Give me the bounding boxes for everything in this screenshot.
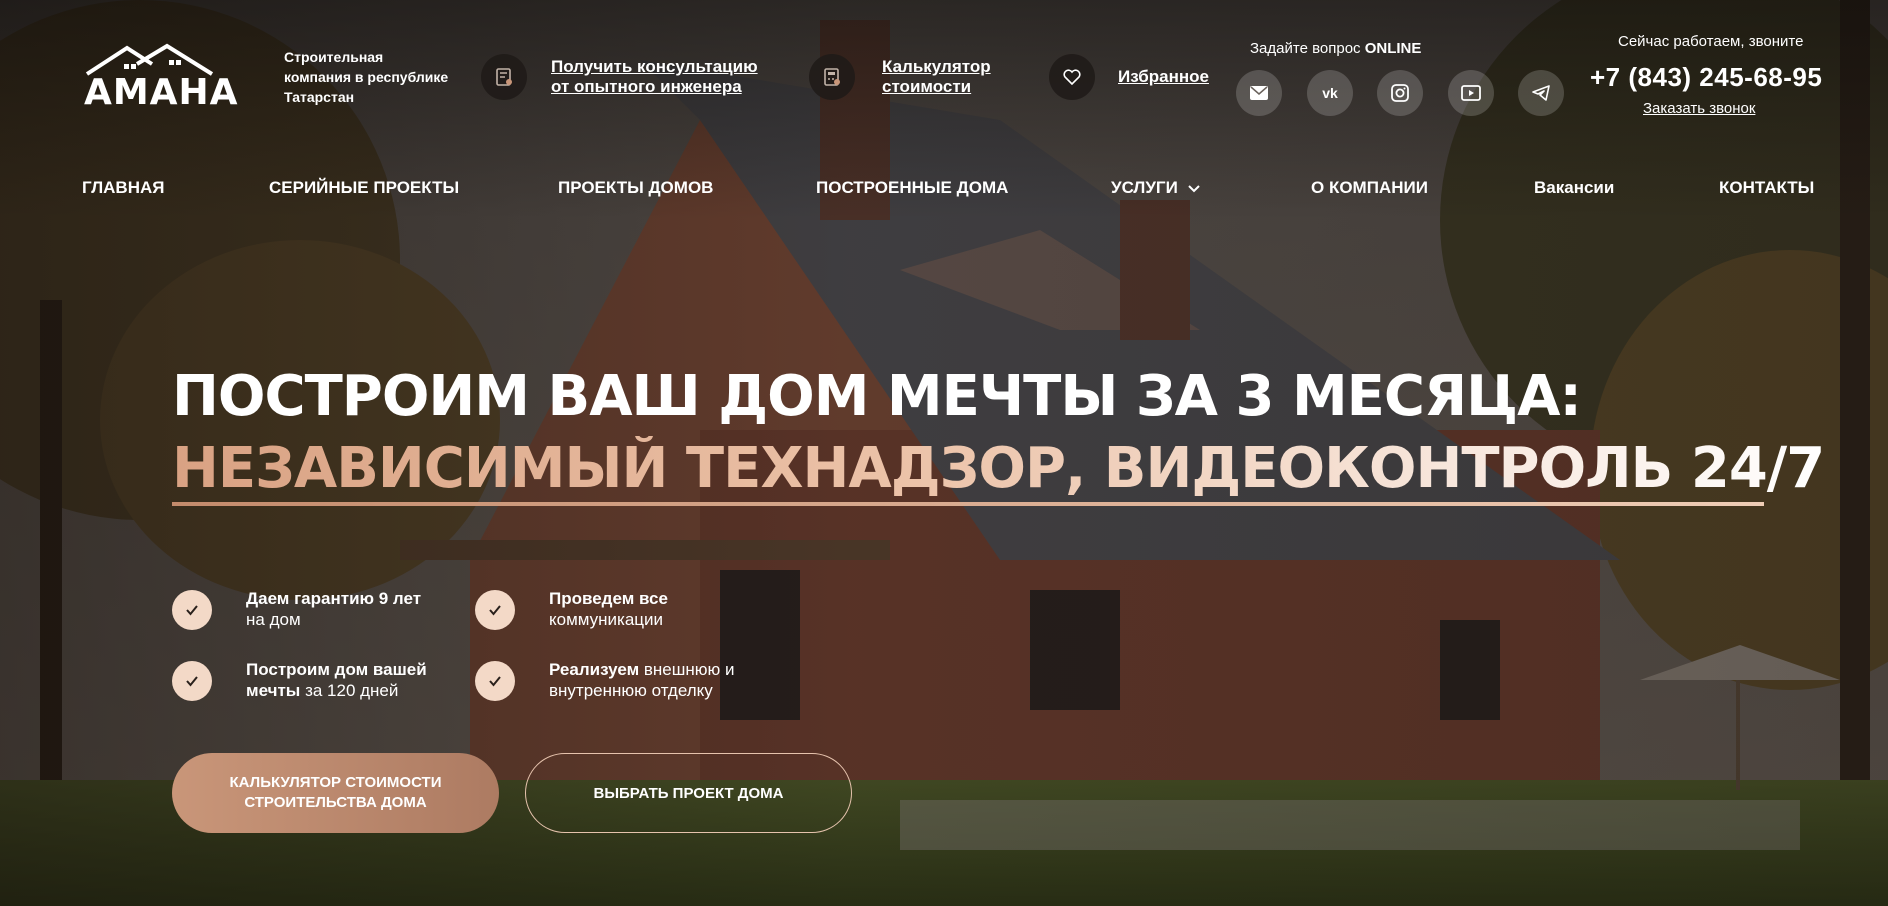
nav-item-vacancies[interactable]: Вакансии	[1534, 178, 1614, 198]
feature-item-warranty: Даем гарантию 9 лет на дом	[172, 588, 436, 630]
cost-calculator-button[interactable]: КАЛЬКУЛЯТОР СТОИМОСТИ СТРОИТЕЛЬСТВА ДОМА	[172, 753, 499, 833]
nav-item-serial-projects[interactable]: СЕРИЙНЫЕ ПРОЕКТЫ	[269, 178, 459, 198]
check-icon	[475, 590, 515, 630]
feature-item-communications: Проведем все коммуникации	[475, 588, 739, 630]
logo-text: АМАНА	[84, 72, 239, 113]
mail-icon[interactable]	[1236, 70, 1282, 116]
calculator-icon[interactable]	[809, 54, 855, 100]
feature-item-finishing: Реализуем внешнюю и внутреннюю отделку	[475, 659, 739, 701]
feature-item-120-days: Построим дом вашей мечты за 120 дней	[172, 659, 436, 701]
check-icon	[172, 661, 212, 701]
callback-link[interactable]: Заказать звонок	[1643, 100, 1755, 117]
nav-item-contacts[interactable]: КОНТАКТЫ	[1719, 178, 1814, 198]
favorites-link[interactable]: Избранное	[1118, 67, 1209, 87]
ask-online-label: Задайте вопрос ONLINE	[1250, 40, 1422, 57]
nav-services-label: УСЛУГИ	[1111, 178, 1178, 197]
telegram-icon[interactable]	[1518, 70, 1564, 116]
nav-item-built-houses[interactable]: ПОСТРОЕННЫЕ ДОМА	[816, 178, 1008, 198]
title-underline	[172, 502, 1764, 506]
company-tagline: Строительная компания в республике Татар…	[284, 49, 449, 105]
heart-icon[interactable]	[1049, 54, 1095, 100]
nav-item-home[interactable]: ГЛАВНАЯ	[82, 178, 164, 198]
calculator-link[interactable]: Калькулятор стоимости	[882, 57, 1012, 97]
hero-title: ПОСТРОИМ ВАШ ДОМ МЕЧТЫ ЗА 3 МЕСЯЦА:	[172, 364, 1582, 429]
phone-number[interactable]: +7 (843) 245-68-95	[1590, 62, 1822, 93]
check-icon	[475, 661, 515, 701]
brand-logo[interactable]: АМАНА	[82, 42, 242, 113]
instagram-icon[interactable]	[1377, 70, 1423, 116]
nav-item-services[interactable]: УСЛУГИ	[1111, 178, 1200, 198]
nav-item-about[interactable]: О КОМПАНИИ	[1311, 178, 1428, 198]
youtube-icon[interactable]	[1448, 70, 1494, 116]
hero-subtitle: НЕЗАВИСИМЫЙ ТЕХНАДЗОР, ВИДЕОКОНТРОЛЬ 24/…	[172, 436, 1825, 501]
nav-item-house-projects[interactable]: ПРОЕКТЫ ДОМОВ	[558, 178, 713, 198]
consult-icon[interactable]	[481, 54, 527, 100]
choose-project-button[interactable]: ВЫБРАТЬ ПРОЕКТ ДОМА	[525, 753, 852, 833]
consult-link[interactable]: Получить консультацию от опытного инжене…	[551, 57, 761, 97]
check-icon	[172, 590, 212, 630]
working-status: Сейчас работаем, звоните	[1618, 33, 1804, 50]
chevron-down-icon	[1188, 184, 1200, 192]
vk-icon[interactable]: vk	[1307, 70, 1353, 116]
